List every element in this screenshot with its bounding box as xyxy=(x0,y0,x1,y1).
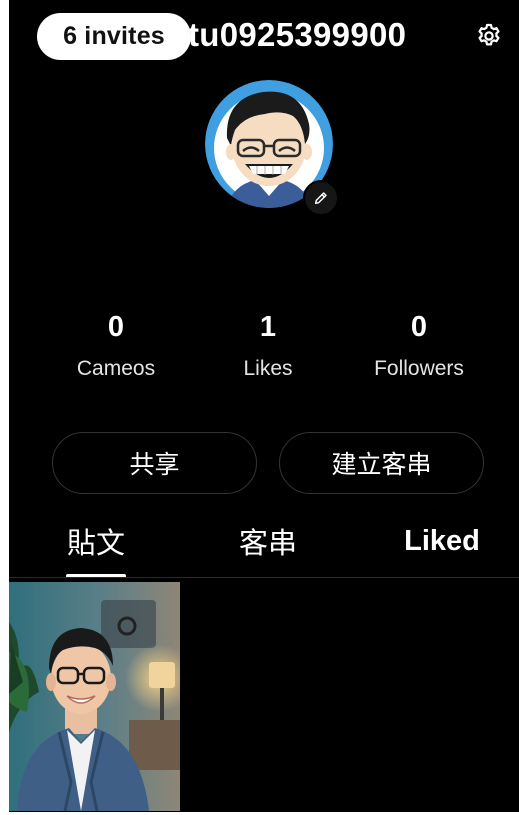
tab-liked-label: Liked xyxy=(404,524,480,557)
gear-icon xyxy=(478,23,500,46)
tab-cameos-label: 客串 xyxy=(238,528,297,560)
username: tu0925399900 xyxy=(188,16,407,53)
tab-liked[interactable]: Liked xyxy=(397,518,487,564)
stat-label: Likes xyxy=(243,357,293,380)
settings-button[interactable] xyxy=(475,22,503,50)
stat-cameos[interactable]: 0 Cameos xyxy=(46,308,186,382)
stat-label: Followers xyxy=(374,357,464,380)
stat-followers[interactable]: 0 Followers xyxy=(349,308,489,382)
tab-posts[interactable]: 貼文 xyxy=(51,518,141,564)
tab-cameos[interactable]: 客串 xyxy=(223,518,313,564)
tabs-divider xyxy=(9,577,519,578)
stat-value: 1 xyxy=(259,311,277,343)
post-thumbnail[interactable] xyxy=(9,582,180,811)
stat-label: Cameos xyxy=(76,357,156,380)
create-cameo-button-label: 建立客串 xyxy=(331,451,432,479)
invites-button[interactable]: 6 invites xyxy=(37,13,191,60)
invites-label: 6 invites xyxy=(63,22,165,50)
avatar-container[interactable] xyxy=(205,80,339,216)
post-thumbnail-image xyxy=(9,582,180,811)
profile-screen: 6 invites tu0925399900 0 Cameos 1 Likes … xyxy=(9,0,519,812)
tab-posts-label: 貼文 xyxy=(66,528,125,560)
share-button-label: 共享 xyxy=(129,451,180,479)
create-cameo-button[interactable]: 建立客串 xyxy=(279,432,484,494)
share-button[interactable]: 共享 xyxy=(52,432,257,494)
edit-avatar-button[interactable] xyxy=(303,180,339,216)
pencil-icon xyxy=(314,192,327,205)
stat-value: 0 xyxy=(410,311,428,343)
stat-likes[interactable]: 1 Likes xyxy=(198,308,338,382)
stat-value: 0 xyxy=(107,311,125,343)
